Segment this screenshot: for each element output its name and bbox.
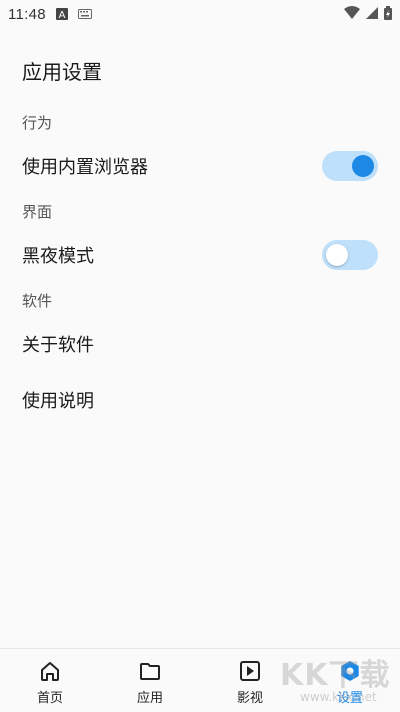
setting-row-instructions[interactable]: 使用说明 — [0, 378, 400, 422]
section-label-interface: 界面 — [22, 203, 53, 221]
nav-label-video: 影视 — [236, 691, 263, 706]
setting-row-dark-mode[interactable]: 黑夜模式 — [0, 233, 400, 277]
status-time: 11:48 — [8, 5, 46, 23]
wifi-icon — [344, 5, 360, 23]
toggle-knob — [352, 155, 374, 177]
setting-label-builtin-browser: 使用内置浏览器 — [22, 157, 148, 178]
page-title: 应用设置 — [22, 60, 102, 84]
setting-row-builtin-browser[interactable]: 使用内置浏览器 — [0, 144, 400, 188]
folder-icon — [138, 659, 162, 683]
nav-label-apps: 应用 — [136, 691, 163, 706]
status-bar: 11:48 A — [0, 0, 400, 28]
setting-label-instructions: 使用说明 — [22, 391, 94, 412]
builtin-browser-toggle[interactable] — [322, 151, 378, 181]
keyboard-icon — [77, 9, 92, 19]
battery-charging-icon — [384, 5, 392, 23]
section-label-software: 软件 — [22, 292, 53, 310]
play-icon — [238, 659, 262, 683]
setting-row-about[interactable]: 关于软件 — [0, 322, 400, 366]
nav-label-home: 首页 — [36, 691, 63, 706]
home-icon — [38, 659, 62, 683]
watermark-url: www.kkx.net — [300, 690, 377, 704]
dark-mode-toggle[interactable] — [322, 240, 378, 270]
a-icon: A — [55, 8, 68, 20]
signal-icon — [366, 6, 378, 22]
nav-item-apps[interactable]: 应用 — [100, 649, 200, 712]
nav-item-home[interactable]: 首页 — [0, 649, 100, 712]
svg-text:A: A — [59, 10, 66, 20]
watermark-logo: KK下载 — [280, 658, 391, 693]
setting-label-about: 关于软件 — [22, 335, 94, 356]
setting-label-dark-mode: 黑夜模式 — [22, 246, 94, 267]
section-label-behavior: 行为 — [22, 114, 53, 132]
toggle-knob — [326, 244, 348, 266]
